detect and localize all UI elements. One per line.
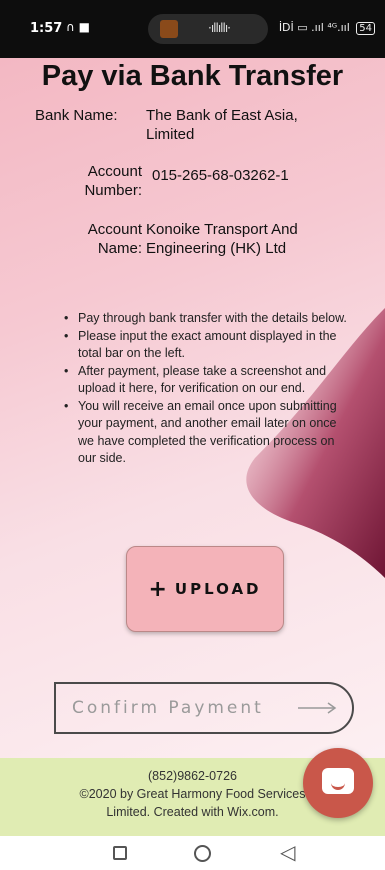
android-nav-bar: ◁	[0, 836, 385, 870]
bank-name-value: The Bank of East Asia, Limited	[146, 107, 298, 143]
chat-icon	[322, 768, 354, 794]
live-activity-pill: ·ıllıllı·	[148, 14, 268, 44]
back-icon[interactable]: ◁	[280, 840, 295, 864]
bank-name-label: Bank Name:	[35, 107, 118, 124]
status-notification-icons: ∩ ■	[66, 20, 90, 34]
upload-label: UPLOAD	[174, 580, 262, 598]
list-item: Pay through bank transfer with the detai…	[64, 310, 354, 328]
page-title: Pay via Bank Transfer	[41, 60, 344, 92]
payment-page: Pay via Bank Transfer Bank Name: The Ban…	[0, 58, 385, 836]
account-name-value: Konoike Transport And Engineering (HK) L…	[146, 221, 298, 257]
account-number-label: Account Number:	[84, 163, 142, 199]
account-number-value: 015-265-68-03262-1	[152, 167, 289, 184]
instructions-list: Pay through bank transfer with the detai…	[64, 310, 354, 468]
arrow-right-icon	[298, 702, 337, 714]
list-item: You will receive an email once upon subm…	[64, 398, 354, 468]
audio-wave-icon: ·ıllıllı·	[208, 21, 231, 35]
confirm-payment-button[interactable]: Confirm Payment	[54, 682, 354, 734]
home-icon[interactable]	[194, 845, 211, 862]
chat-button[interactable]	[303, 748, 373, 818]
status-time: 1:57	[30, 21, 63, 36]
recents-icon[interactable]	[113, 846, 127, 860]
status-system-icons: İDİ ▭ .ııl ⁴ᴳ.ııl 54	[279, 21, 375, 35]
app-icon	[160, 20, 178, 38]
plus-icon: +	[148, 576, 167, 602]
battery-icon: 54	[356, 22, 375, 35]
signal-icons: İDİ ▭ .ııl ⁴ᴳ.ııl	[278, 21, 350, 34]
status-bar: 1:57 ∩ ■ ·ıllıllı· İDİ ▭ .ııl ⁴ᴳ.ııl 54	[0, 0, 385, 58]
confirm-payment-label: Confirm Payment	[72, 698, 264, 718]
upload-button[interactable]: + UPLOAD	[126, 546, 284, 632]
list-item: After payment, please take a screenshot …	[64, 363, 354, 398]
list-item: Please input the exact amount displayed …	[64, 328, 354, 363]
account-name-label: Account Name:	[87, 221, 142, 257]
